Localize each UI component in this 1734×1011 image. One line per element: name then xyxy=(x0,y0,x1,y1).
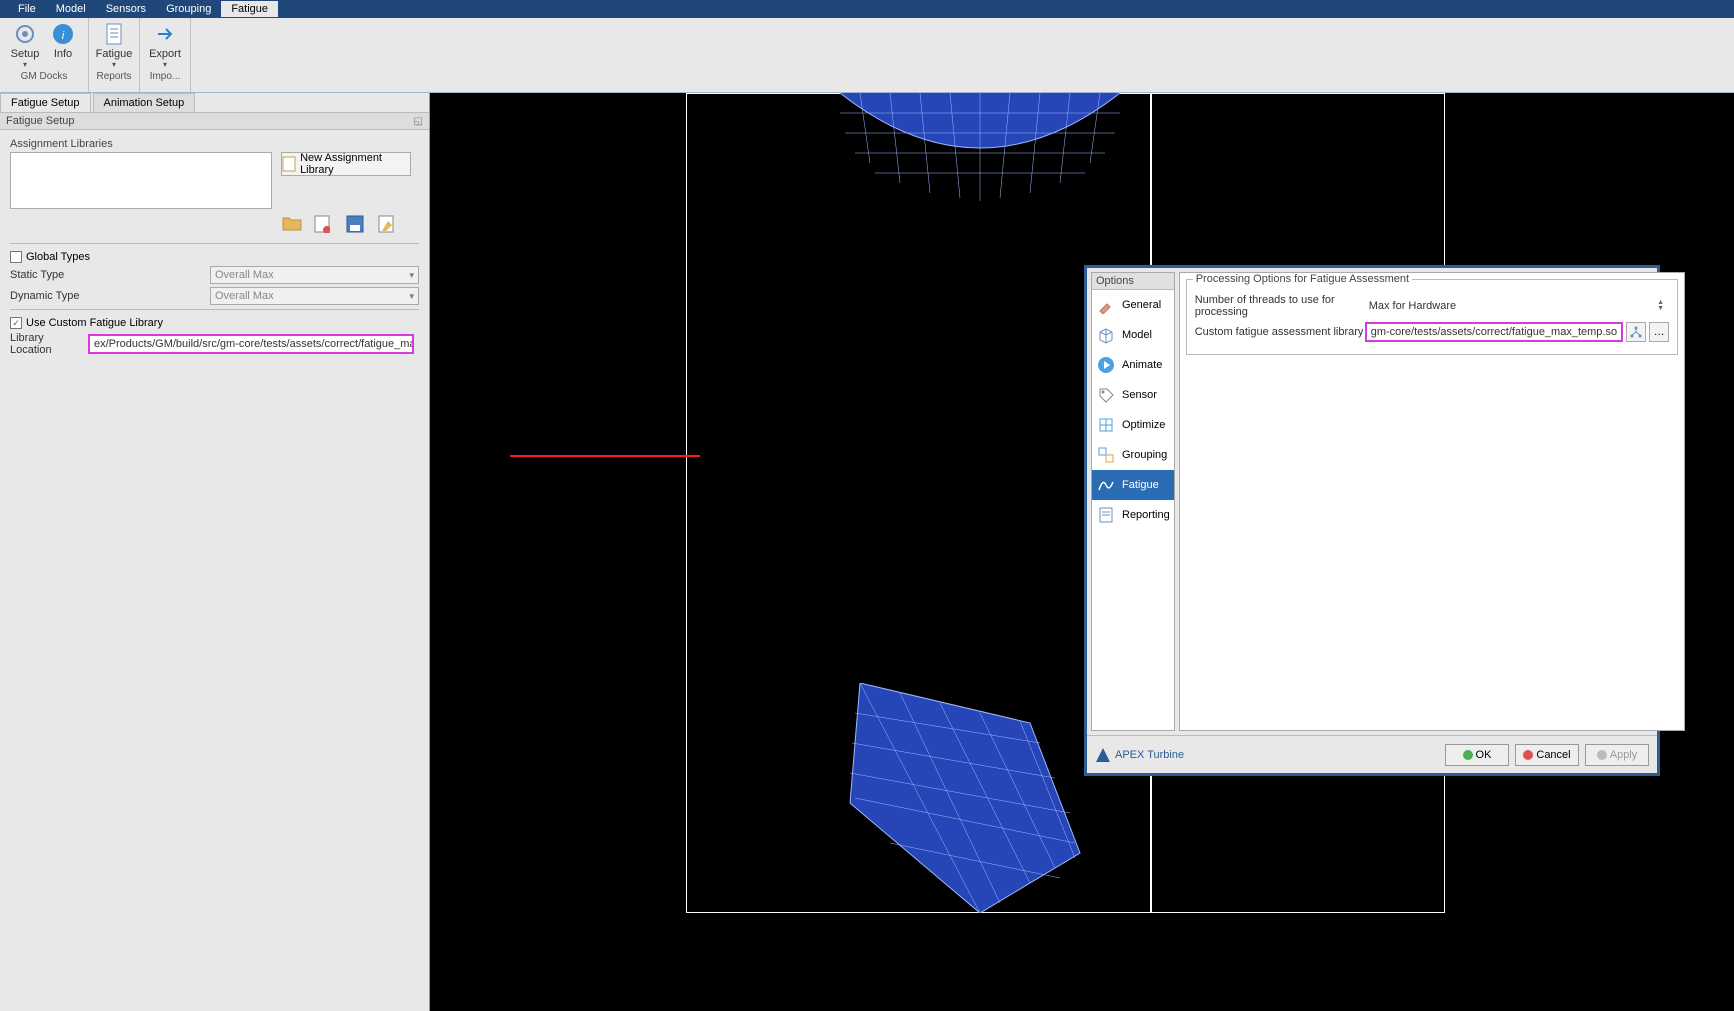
threads-label: Number of threads to use for processing xyxy=(1195,294,1365,318)
grid-icon xyxy=(1096,415,1116,435)
library-location-input[interactable]: ex/Products/GM/build/src/gm-core/tests/a… xyxy=(88,334,414,354)
menubar: File Model Sensors Grouping Fatigue xyxy=(0,0,1734,18)
cube-icon xyxy=(1096,325,1116,345)
viewport-3d[interactable]: Options General Model Animate Sensor Opt… xyxy=(430,93,1734,1011)
processing-options-fieldset: Processing Options for Fatigue Assessmen… xyxy=(1186,279,1678,355)
threads-spinner[interactable]: Max for Hardware ▲▼ xyxy=(1365,297,1669,315)
ribbon: Setup ▾ i Info GM Docks Fatigue ▾ Report… xyxy=(0,18,1734,93)
ribbon-setup-button[interactable]: Setup ▾ xyxy=(6,20,44,69)
options-content: Processing Options for Fatigue Assessmen… xyxy=(1179,272,1685,731)
ribbon-group-label: Impo... xyxy=(150,71,181,82)
options-category-list: Options General Model Animate Sensor Opt… xyxy=(1091,272,1175,731)
arrow-right-icon xyxy=(153,22,177,46)
menu-grouping[interactable]: Grouping xyxy=(156,1,221,17)
options-dialog: Options General Model Animate Sensor Opt… xyxy=(1084,265,1660,776)
assignment-libraries-list[interactable] xyxy=(10,152,272,209)
ribbon-group-import: Export ▾ Impo... xyxy=(140,18,191,92)
chevron-down-icon: ▾ xyxy=(163,60,167,69)
tree-icon xyxy=(1630,326,1642,338)
cancel-dot-icon xyxy=(1523,750,1533,760)
fieldset-legend: Processing Options for Fatigue Assessmen… xyxy=(1193,273,1412,285)
option-optimize[interactable]: Optimize xyxy=(1092,410,1174,440)
option-grouping[interactable]: Grouping xyxy=(1092,440,1174,470)
chevron-down-icon: ▾ xyxy=(409,270,414,281)
new-file-icon xyxy=(282,156,296,172)
menu-model[interactable]: Model xyxy=(46,1,96,17)
option-animate[interactable]: Animate xyxy=(1092,350,1174,380)
option-general[interactable]: General xyxy=(1092,290,1174,320)
custom-library-input[interactable]: gm-core/tests/assets/correct/fatigue_max… xyxy=(1365,322,1623,342)
logo-icon xyxy=(1095,747,1111,763)
info-icon: i xyxy=(51,22,75,46)
dialog-footer: APEX Turbine OK Cancel Apply xyxy=(1087,735,1657,773)
delete-file-icon[interactable] xyxy=(314,215,336,237)
custom-library-label: Custom fatigue assessment library xyxy=(1195,326,1365,338)
document-icon xyxy=(102,22,126,46)
menu-sensors[interactable]: Sensors xyxy=(96,1,156,17)
use-custom-fatigue-label: Use Custom Fatigue Library xyxy=(26,317,163,329)
static-type-combo[interactable]: Overall Max▾ xyxy=(210,266,419,284)
save-icon[interactable] xyxy=(346,215,368,237)
library-location-label: Library Location xyxy=(10,332,88,356)
apply-button[interactable]: Apply xyxy=(1585,744,1649,766)
ellipsis-icon: … xyxy=(1654,326,1665,338)
cancel-button[interactable]: Cancel xyxy=(1515,744,1579,766)
wrench-icon xyxy=(1096,295,1116,315)
wave-icon xyxy=(1096,475,1116,495)
ok-dot-icon xyxy=(1463,750,1473,760)
assignment-libraries-label: Assignment Libraries xyxy=(10,138,419,150)
dynamic-type-label: Dynamic Type xyxy=(10,290,210,302)
menu-fatigue[interactable]: Fatigue xyxy=(221,1,278,17)
ribbon-fatigue-button[interactable]: Fatigue ▾ xyxy=(95,20,133,69)
ok-button[interactable]: OK xyxy=(1445,744,1509,766)
new-assignment-library-button[interactable]: New Assignment Library xyxy=(281,152,411,176)
gear-icon xyxy=(13,22,37,46)
ribbon-group-label: GM Docks xyxy=(21,71,68,82)
option-model[interactable]: Model xyxy=(1092,320,1174,350)
tag-icon xyxy=(1096,385,1116,405)
static-type-label: Static Type xyxy=(10,269,210,281)
global-types-label: Global Types xyxy=(26,251,90,263)
library-toolbar xyxy=(282,215,419,237)
spinner-arrows-icon[interactable]: ▲▼ xyxy=(1657,297,1667,315)
ribbon-group-reports: Fatigue ▾ Reports xyxy=(89,18,140,92)
left-panel: Fatigue Setup Animation Setup Fatigue Se… xyxy=(0,93,430,1011)
report-icon xyxy=(1096,505,1116,525)
ribbon-export-button[interactable]: Export ▾ xyxy=(146,20,184,69)
panel-title: Fatigue Setup xyxy=(6,115,75,127)
chevron-down-icon: ▾ xyxy=(112,60,116,69)
workspace: Fatigue Setup Animation Setup Fatigue Se… xyxy=(0,93,1734,1011)
mesh-bottom-icon xyxy=(830,683,1090,913)
panel-header: Fatigue Setup ◱ xyxy=(0,113,429,130)
brand-logo: APEX Turbine xyxy=(1095,747,1439,763)
option-sensor[interactable]: Sensor xyxy=(1092,380,1174,410)
apply-dot-icon xyxy=(1597,750,1607,760)
tree-browse-button[interactable] xyxy=(1626,322,1646,342)
menu-file[interactable]: File xyxy=(8,1,46,17)
mesh-top-icon xyxy=(830,93,1130,203)
use-custom-fatigue-checkbox[interactable] xyxy=(10,317,22,329)
axis-line-icon xyxy=(510,455,700,457)
options-list-header: Options xyxy=(1092,273,1174,290)
group-icon xyxy=(1096,445,1116,465)
undock-icon[interactable]: ◱ xyxy=(414,116,423,127)
tab-fatigue-setup[interactable]: Fatigue Setup xyxy=(0,93,91,112)
ribbon-group-label: Reports xyxy=(96,71,131,82)
folder-open-icon[interactable] xyxy=(282,215,304,237)
chevron-down-icon: ▾ xyxy=(23,60,27,69)
option-reporting[interactable]: Reporting xyxy=(1092,500,1174,530)
ribbon-info-button[interactable]: i Info xyxy=(44,20,82,69)
browse-button[interactable]: … xyxy=(1649,322,1669,342)
play-icon xyxy=(1096,355,1116,375)
edit-file-icon[interactable] xyxy=(378,215,400,237)
global-types-checkbox[interactable] xyxy=(10,251,22,263)
dynamic-type-combo[interactable]: Overall Max▾ xyxy=(210,287,419,305)
ribbon-group-gmdocks: Setup ▾ i Info GM Docks xyxy=(0,18,89,92)
tab-animation-setup[interactable]: Animation Setup xyxy=(93,93,196,112)
panel-tabs: Fatigue Setup Animation Setup xyxy=(0,93,429,113)
chevron-down-icon: ▾ xyxy=(409,291,414,302)
option-fatigue[interactable]: Fatigue xyxy=(1092,470,1174,500)
